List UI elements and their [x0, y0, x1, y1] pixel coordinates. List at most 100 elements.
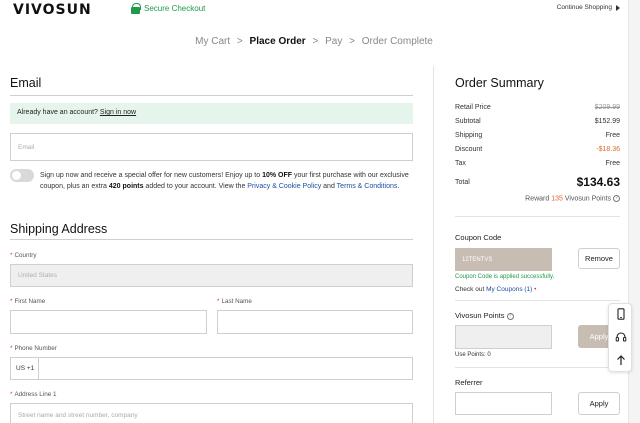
- promo-text: and: [321, 183, 337, 190]
- shipping-section-title: Shipping Address: [10, 222, 108, 236]
- total-value: $134.63: [576, 175, 620, 189]
- mobile-phone-icon[interactable]: [615, 308, 627, 320]
- required-asterisk: *: [10, 298, 13, 305]
- my-coupons-link[interactable]: My Coupons (1): [486, 286, 532, 293]
- last-name-input[interactable]: [217, 310, 413, 334]
- privacy-policy-link[interactable]: Privacy & Cookie Policy: [247, 183, 321, 190]
- email-input[interactable]: Email: [10, 133, 413, 161]
- promo-text: Sign up now and receive a special offer …: [40, 172, 263, 179]
- play-arrow-icon: [616, 4, 620, 11]
- summary-value: Free: [605, 160, 620, 167]
- last-name-label: * Last Name: [217, 298, 252, 305]
- email-placeholder: Email: [18, 143, 35, 151]
- secure-checkout: Secure Checkout: [131, 3, 205, 14]
- coupon-title: Coupon Code: [455, 233, 502, 242]
- referrer-input[interactable]: [455, 392, 552, 415]
- order-summary-title: Order Summary: [455, 76, 544, 90]
- signin-prefix: Already have an account?: [17, 109, 98, 116]
- phone-input[interactable]: [38, 357, 413, 380]
- lock-icon: [131, 3, 141, 14]
- phone-label-text: Phone Number: [14, 345, 57, 352]
- check-out-text: Check out: [455, 286, 487, 293]
- first-name-input[interactable]: [10, 310, 207, 334]
- address1-input[interactable]: Street name and street number, company: [10, 403, 413, 423]
- required-asterisk: *: [10, 252, 13, 259]
- divider: [10, 95, 413, 96]
- country-label: * Country: [10, 252, 37, 259]
- vivosun-logo[interactable]: VIVOSUN: [13, 2, 92, 18]
- step-my-cart[interactable]: My Cart: [195, 36, 230, 47]
- address1-placeholder: Street name and street number, company: [18, 411, 138, 419]
- step-separator: >: [349, 36, 355, 47]
- promo-points: 420 points: [108, 183, 144, 190]
- coupon-code-value: 12TENTVS: [462, 256, 493, 263]
- summary-label: Subtotal: [455, 118, 481, 125]
- top-bar: VIVOSUN Secure Checkout Continue Shoppin…: [0, 0, 640, 18]
- step-pay: Pay: [325, 36, 343, 47]
- continue-shopping-link[interactable]: Continue Shopping: [557, 4, 620, 11]
- summary-value: -$18.36: [596, 146, 620, 153]
- checkout-steps: My Cart > Place Order > Pay > Order Comp…: [0, 36, 628, 47]
- use-points-text: Use Points: 0: [455, 352, 491, 358]
- summary-row-tax: Tax Free: [455, 160, 620, 167]
- country-label-text: Country: [14, 252, 37, 259]
- terms-link[interactable]: Terms & Conditions: [337, 183, 398, 190]
- address1-label: * Address Line 1: [10, 391, 56, 398]
- summary-row-discount: Discount -$18.36: [455, 146, 620, 153]
- summary-row-shipping: Shipping Free: [455, 132, 620, 139]
- phone-country-code[interactable]: US +1: [10, 357, 38, 380]
- summary-row-subtotal: Subtotal $152.99: [455, 118, 620, 125]
- notification-dot: •: [534, 286, 537, 293]
- summary-value: $152.99: [594, 118, 620, 125]
- email-section-title: Email: [10, 76, 42, 90]
- headset-icon[interactable]: [615, 331, 627, 343]
- points-input: [455, 325, 552, 349]
- summary-value: $209.99: [594, 104, 620, 111]
- apply-referrer-button[interactable]: Apply: [578, 392, 620, 415]
- reward-suffix: Vivosun Points: [562, 195, 612, 203]
- summary-row-total: Total $134.63: [455, 175, 620, 189]
- referrer-title: Referrer: [455, 378, 483, 387]
- last-name-label-text: Last Name: [221, 298, 252, 305]
- summary-label: Shipping: [455, 132, 483, 139]
- reward-points: Reward 135 Vivosun Points ?: [455, 195, 620, 202]
- my-coupons-line: Check out My Coupons (1) •: [455, 286, 536, 293]
- floating-help-widget: [608, 303, 632, 372]
- first-name-label: * First Name: [10, 298, 45, 305]
- summary-label: Retail Price: [455, 104, 491, 111]
- summary-row-retail-price: Retail Price $209.99: [455, 104, 620, 111]
- divider: [455, 367, 620, 368]
- total-label: Total: [455, 178, 470, 186]
- points-title: Vivosun Points ?: [455, 311, 514, 320]
- sign-in-link[interactable]: Sign in now: [100, 109, 136, 116]
- step-order-complete: Order Complete: [361, 36, 433, 47]
- divider: [455, 216, 620, 217]
- divider: [455, 300, 620, 301]
- secure-checkout-label: Secure Checkout: [144, 4, 206, 13]
- divider: [10, 239, 413, 240]
- signup-promo-text: Sign up now and receive a special offer …: [40, 170, 410, 192]
- signup-toggle[interactable]: [10, 169, 34, 182]
- summary-value: Free: [605, 132, 620, 139]
- info-icon[interactable]: ?: [613, 195, 620, 202]
- first-name-label-text: First Name: [14, 298, 46, 305]
- required-asterisk: *: [10, 391, 13, 398]
- step-separator: >: [312, 36, 319, 47]
- info-icon[interactable]: ?: [506, 312, 514, 320]
- coupon-code-input: 12TENTVS: [455, 248, 552, 271]
- coupon-success-message: Coupon Code is applied successfully.: [455, 274, 555, 280]
- phone-label: * Phone Number: [10, 345, 57, 352]
- promo-discount: 10% OFF: [262, 172, 293, 179]
- promo-text: added to your account. View the: [143, 183, 248, 190]
- summary-label: Discount: [455, 146, 483, 153]
- arrow-up-icon[interactable]: [615, 354, 627, 366]
- continue-shopping-label[interactable]: Continue Shopping: [557, 4, 612, 11]
- promo-text: .: [397, 183, 400, 190]
- country-value: United States: [18, 272, 58, 279]
- required-asterisk: *: [217, 298, 220, 305]
- column-divider: [433, 66, 434, 423]
- points-title-text: Vivosun Points: [455, 311, 505, 320]
- summary-label: Tax: [455, 160, 466, 167]
- remove-coupon-button[interactable]: Remove: [578, 248, 620, 269]
- step-place-order: Place Order: [249, 36, 306, 47]
